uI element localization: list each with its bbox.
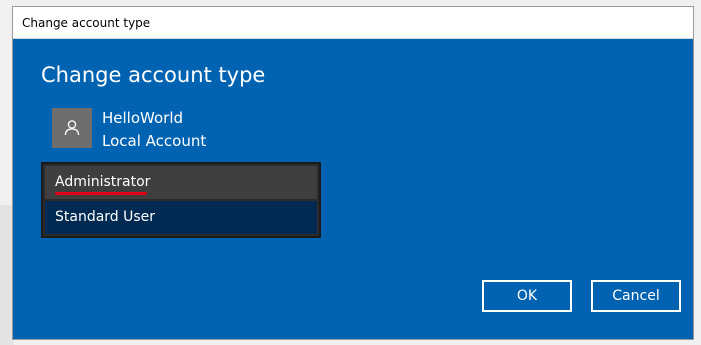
account-type-listbox[interactable]: Administrator Standard User [41,162,321,238]
red-annotation-underline [55,192,147,195]
title-bar[interactable]: Change account type [13,7,693,39]
account-name: HelloWorld [102,109,184,127]
user-icon [64,120,80,136]
option-standard-user-label: Standard User [55,209,156,225]
cancel-button[interactable]: Cancel [591,280,681,312]
change-account-type-dialog: Change account type Change account type … [12,6,694,340]
account-avatar [52,108,92,148]
option-administrator[interactable]: Administrator [45,166,317,199]
option-administrator-label: Administrator [55,174,151,190]
account-type-label: Local Account [102,132,207,150]
dialog-heading: Change account type [41,63,266,87]
ok-button[interactable]: OK [482,280,572,312]
window-title: Change account type [22,16,151,30]
option-standard-user[interactable]: Standard User [45,201,317,234]
